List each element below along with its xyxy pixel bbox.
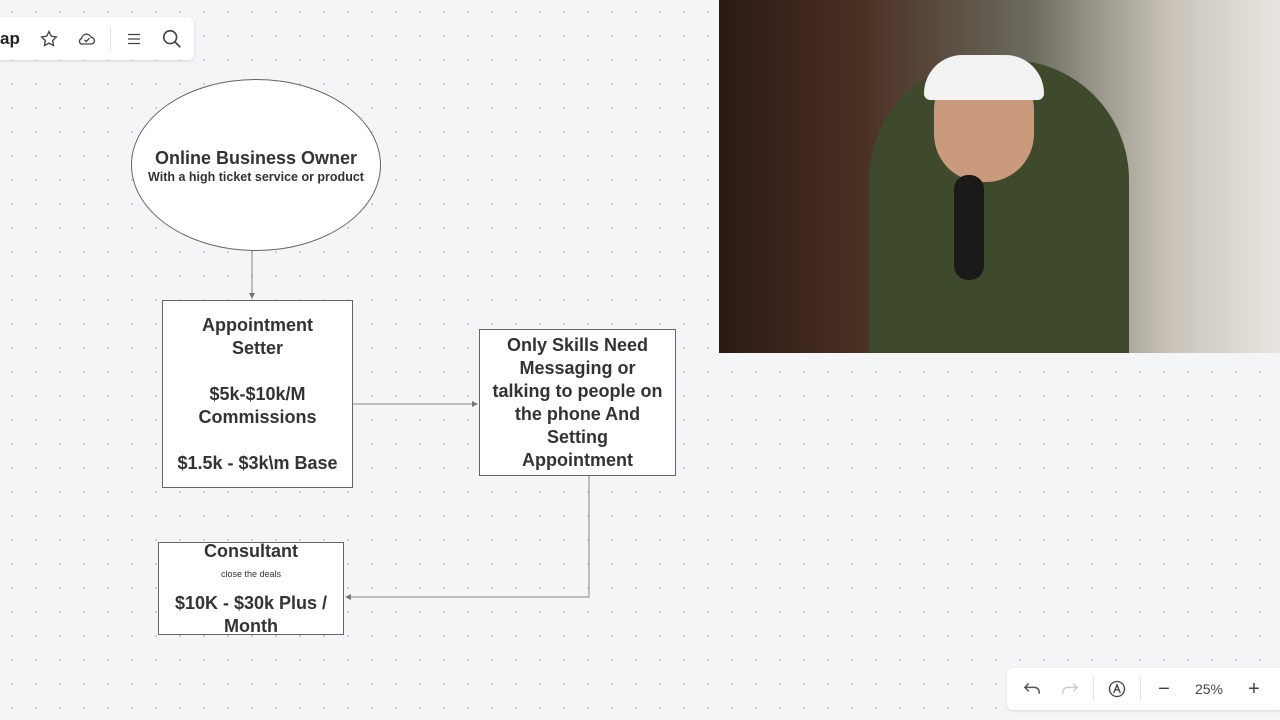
shape-subtitle: close the deals [220,568,282,579]
shape-subtitle: With a high ticket service or product [148,169,364,184]
connector-skills-consultant [345,476,590,600]
microphone [954,175,984,280]
text-line: Setter [231,337,284,358]
divider [1140,677,1141,701]
redo-icon[interactable] [1051,670,1089,708]
shape-title: Consultant [204,540,298,561]
presenter-cap [924,55,1044,100]
online-business-owner-ellipse[interactable]: Online Business Owner With a high ticket… [131,79,381,251]
text-line: the phone And [514,403,641,424]
text-line: $1.5k - $3k\m Base [177,452,338,473]
text-line: Appointment [202,314,313,335]
appointment-setter-box[interactable]: Appointment Setter $5k-$10k/M Commission… [162,300,353,488]
webcam-overlay [719,0,1280,353]
text-line: Appointment [522,449,633,470]
shape-title: Online Business Owner [154,147,358,168]
accessibility-icon[interactable] [1098,670,1136,708]
text-line: Setting [547,426,608,447]
undo-icon[interactable] [1013,670,1051,708]
text-line: Messaging or [519,357,636,378]
text-line: Only Skills Need [506,334,649,355]
consultant-box[interactable]: Consultant close the deals $10K - $30k P… [158,540,344,636]
text-line: Commissions [198,406,317,427]
zoom-out-button[interactable]: − [1145,670,1183,708]
text-line: $10K - $30k Plus / [174,592,328,613]
text-line: $5k-$10k/M [209,383,306,404]
divider [1093,677,1094,701]
zoom-in-button[interactable]: + [1235,670,1273,708]
skills-box[interactable]: Only Skills Need Messaging or talking to… [479,329,676,476]
text-line: talking to people on [492,380,663,401]
text-line: Month [224,615,278,636]
zoom-level[interactable]: 25% [1183,681,1235,697]
zoom-toolbar: − 25% + [1007,668,1280,710]
